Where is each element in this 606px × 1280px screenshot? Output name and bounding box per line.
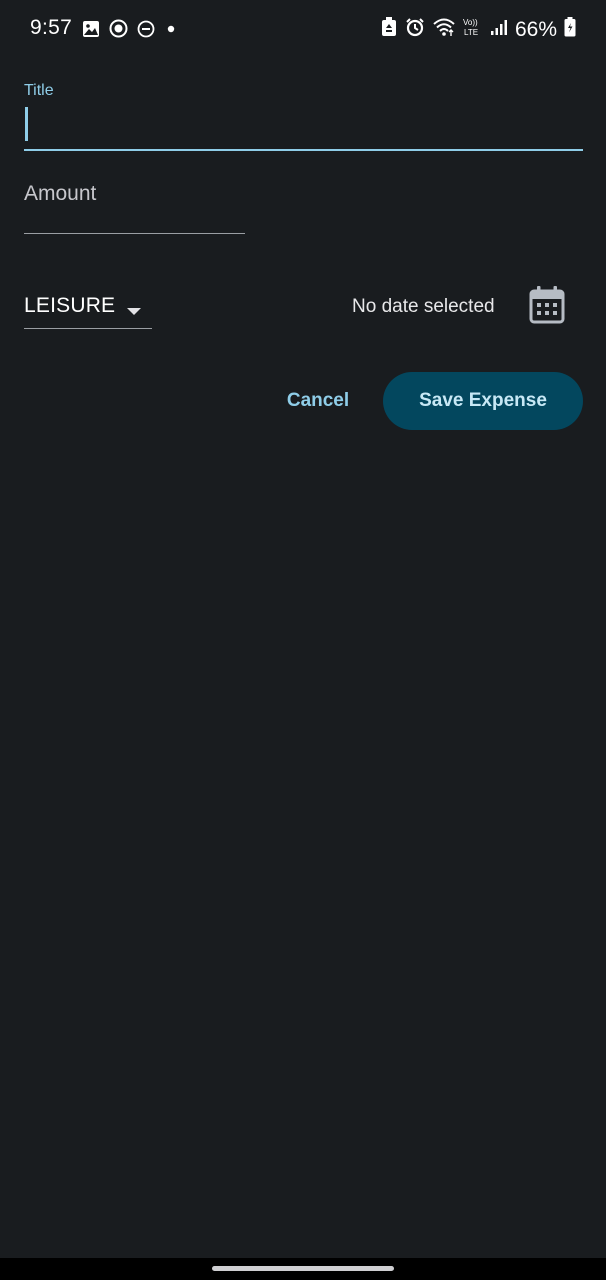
dot-icon [164, 22, 178, 41]
category-underline [24, 328, 152, 329]
dnd-icon [137, 20, 155, 43]
date-label: No date selected [352, 296, 495, 317]
volte-icon: Vo)) LTE [463, 17, 483, 42]
image-icon [82, 20, 100, 43]
status-bar: 9:57 Vo)) LTE 66% [0, 0, 606, 58]
title-underline [24, 149, 583, 151]
recycle-icon [380, 17, 398, 42]
navigation-bar [0, 1258, 606, 1280]
battery-icon [564, 17, 576, 42]
title-field[interactable]: Title [24, 80, 583, 154]
text-cursor [25, 107, 28, 141]
amount-underline [24, 233, 245, 234]
svg-text:Vo)): Vo)) [463, 18, 478, 27]
calendar-icon [529, 285, 565, 329]
home-indicator[interactable] [212, 1266, 394, 1271]
alarm-icon [405, 17, 425, 42]
calendar-button[interactable] [524, 284, 570, 330]
amount-field[interactable]: Amount [24, 176, 245, 238]
amount-placeholder: Amount [24, 182, 97, 205]
title-label: Title [24, 82, 54, 99]
wifi-icon [432, 17, 456, 42]
dropdown-arrow-icon [126, 303, 142, 321]
signal-icon [490, 18, 508, 41]
category-value: LEISURE [24, 294, 116, 317]
svg-text:LTE: LTE [464, 28, 478, 37]
status-time: 9:57 [30, 16, 73, 39]
battery-percent: 66% [514, 17, 557, 41]
category-dropdown[interactable]: LEISURE [24, 288, 152, 332]
save-expense-button[interactable]: Save Expense [383, 372, 583, 430]
cancel-button[interactable]: Cancel [272, 376, 364, 426]
add-expense-screen: 9:57 Vo)) LTE 66% Title Amount LEISURE N… [0, 0, 606, 1280]
record-icon [109, 19, 128, 43]
